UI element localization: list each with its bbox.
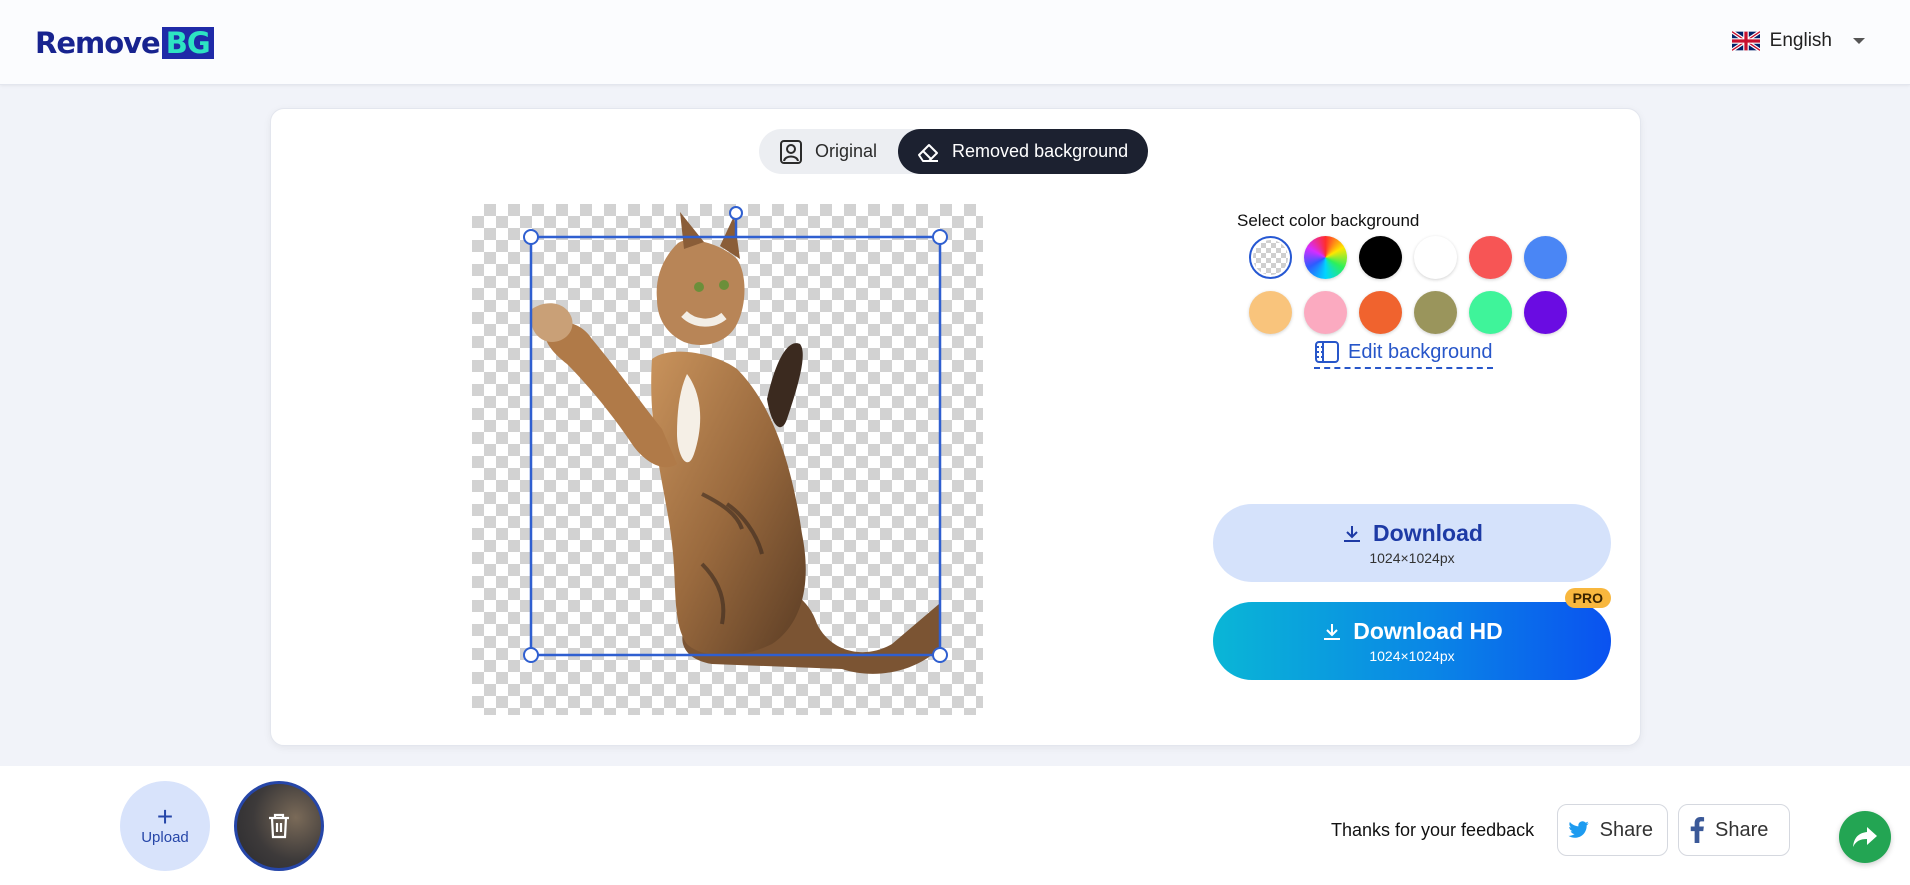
tab-removed-label: Removed background (952, 141, 1129, 161)
share-facebook-button[interactable]: Share (1678, 804, 1790, 856)
share-arrow-icon (1853, 827, 1877, 847)
language-label: English (1769, 30, 1832, 51)
download-hd-label: Download HD (1353, 618, 1503, 644)
color-swatch-mint[interactable] (1469, 291, 1512, 334)
chevron-down-icon (1853, 38, 1865, 44)
color-swatch-grid (1249, 236, 1579, 334)
color-swatch-olive[interactable] (1414, 291, 1457, 334)
color-swatch-red[interactable] (1469, 236, 1512, 279)
download-label: Download (1373, 520, 1483, 546)
editor-card: Original Removed background Select color… (270, 108, 1641, 746)
logo-word: Remove (35, 26, 161, 60)
tab-removed-background[interactable]: Removed background (898, 129, 1149, 174)
download-hd-size: 1024×1024px (1369, 648, 1455, 664)
upload-label: Upload (141, 828, 189, 846)
portrait-icon (780, 139, 802, 164)
feedback-text: Thanks for your feedback (1331, 820, 1535, 840)
color-swatch-pink[interactable] (1304, 291, 1347, 334)
share-twitter-button[interactable]: Share (1557, 804, 1668, 856)
top-bar: Remove BG English (0, 0, 1910, 85)
pro-badge: PRO (1564, 588, 1611, 608)
plus-icon: + (156, 800, 174, 832)
tab-original[interactable]: Original (759, 129, 898, 174)
image-canvas[interactable] (472, 204, 983, 715)
color-swatch-transparent[interactable] (1249, 236, 1292, 279)
edit-background-label: Edit background (1348, 340, 1493, 363)
share-twitter-label: Share (1599, 818, 1653, 841)
view-toggle: Original Removed background (759, 129, 1149, 174)
language-selector[interactable]: English (1731, 30, 1868, 52)
download-icon (1344, 525, 1361, 542)
download-size: 1024×1024px (1369, 550, 1455, 566)
trash-icon[interactable] (266, 812, 292, 840)
color-swatch-white[interactable] (1414, 236, 1457, 279)
color-swatch-black[interactable] (1359, 236, 1402, 279)
share-fab-button[interactable] (1839, 811, 1891, 863)
color-swatch-peach[interactable] (1249, 291, 1292, 334)
color-swatch-purple[interactable] (1524, 291, 1567, 334)
color-swatch-blue[interactable] (1524, 236, 1567, 279)
resize-handle-bottom-right[interactable] (932, 647, 948, 663)
color-swatch-rainbow[interactable] (1304, 236, 1347, 279)
download-hd-button[interactable]: Download HD 1024×1024px PRO (1213, 588, 1611, 680)
image-thumbnail[interactable] (234, 781, 324, 871)
edit-background-icon (1315, 341, 1339, 363)
facebook-icon (1690, 817, 1705, 843)
twitter-icon (1568, 821, 1589, 838)
logo-badge: BG (161, 27, 214, 59)
logo[interactable]: Remove BG (35, 26, 214, 60)
download-icon (1324, 623, 1341, 640)
resize-handle-bottom-left[interactable] (523, 647, 539, 663)
cat-cutout (530, 212, 939, 674)
edit-background-link[interactable]: Edit background (1314, 340, 1493, 369)
bottom-bar: + Upload Thanks for your feedback Share … (0, 766, 1910, 885)
download-button[interactable]: Download 1024×1024px (1213, 504, 1611, 582)
color-swatch-orange[interactable] (1359, 291, 1402, 334)
resize-handle-top-left[interactable] (523, 229, 539, 245)
share-facebook-label: Share (1715, 818, 1769, 841)
rotate-handle[interactable] (729, 206, 743, 220)
background-panel-title: Select color background (1237, 211, 1420, 230)
tab-original-label: Original (815, 141, 878, 161)
uk-flag-icon (1731, 31, 1760, 51)
resize-handle-top-right[interactable] (932, 229, 948, 245)
upload-button[interactable]: + Upload (120, 781, 210, 871)
eraser-icon (918, 143, 939, 162)
